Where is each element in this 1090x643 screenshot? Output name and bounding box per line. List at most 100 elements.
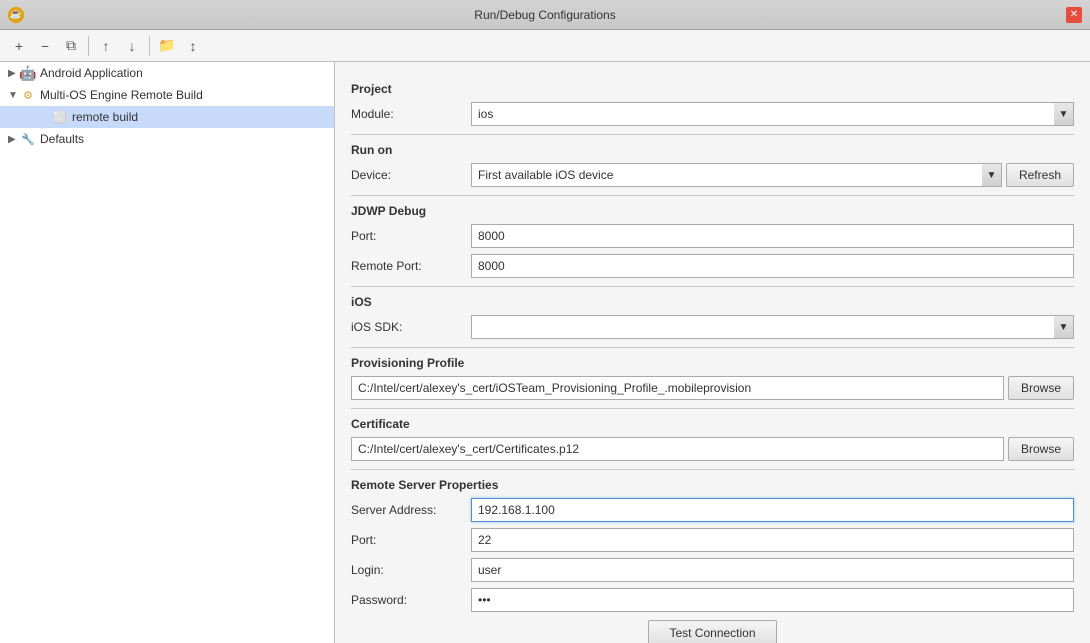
title-bar: ☕ Run/Debug Configurations ✕ (0, 0, 1090, 30)
sort-button[interactable]: ↕ (182, 35, 204, 57)
password-label: Password: (351, 593, 471, 607)
provisioning-section-header: Provisioning Profile (351, 356, 1074, 370)
ios-sdk-dropdown-button[interactable]: ▼ (1054, 315, 1074, 339)
sidebar-item-remote-build[interactable]: ⬜ remote build (0, 106, 334, 128)
divider-6 (351, 469, 1074, 470)
module-select[interactable] (471, 102, 1054, 126)
login-label: Login: (351, 563, 471, 577)
arrow-up-icon: ↑ (103, 38, 110, 54)
certificate-input[interactable] (351, 437, 1004, 461)
copy-configuration-button[interactable]: ⧉ (60, 35, 82, 57)
server-port-label: Port: (351, 533, 471, 547)
sidebar-item-defaults[interactable]: ▶ 🔧 Defaults (0, 128, 334, 150)
add-configuration-button[interactable]: + (8, 35, 30, 57)
ios-sdk-control: ▼ (471, 315, 1074, 339)
toggle-defaults-icon: ▶ (8, 134, 20, 145)
toolbar: + − ⧉ ↑ ↓ 📁 ↕ (0, 30, 1090, 62)
login-row: Login: (351, 558, 1074, 582)
provisioning-input-group: Browse (351, 376, 1074, 400)
run-on-section-header: Run on (351, 143, 1074, 157)
password-input[interactable] (471, 588, 1074, 612)
certificate-browse-button[interactable]: Browse (1008, 437, 1074, 461)
module-label: Module: (351, 107, 471, 121)
server-port-row: Port: (351, 528, 1074, 552)
ios-sdk-select-wrapper: ▼ (471, 315, 1074, 339)
sidebar-label-defaults: Defaults (40, 132, 84, 146)
device-select-wrapper: ▼ (471, 163, 1002, 187)
device-row: Device: ▼ Refresh (351, 163, 1074, 187)
module-control: ▼ (471, 102, 1074, 126)
divider-4 (351, 347, 1074, 348)
sidebar: ▶ 🤖 Android Application ▼ ⚙ Multi-OS Eng… (0, 62, 335, 643)
content-panel: Project Module: ▼ Run on Device: ▼ Refre… (335, 62, 1090, 643)
jdwp-section-header: JDWP Debug (351, 204, 1074, 218)
copy-icon: ⧉ (66, 37, 76, 54)
refresh-button[interactable]: Refresh (1006, 163, 1074, 187)
test-connection-container: Test Connection (351, 620, 1074, 643)
toolbar-separator-1 (88, 36, 89, 56)
sidebar-label-android-application: Android Application (40, 66, 143, 80)
port-label: Port: (351, 229, 471, 243)
login-input[interactable] (471, 558, 1074, 582)
remote-build-icon: ⬜ (52, 109, 68, 125)
sidebar-label-multi-os-engine: Multi-OS Engine Remote Build (40, 88, 203, 102)
sidebar-item-multi-os-engine[interactable]: ▼ ⚙ Multi-OS Engine Remote Build (0, 84, 334, 106)
toggle-remote-icon (40, 112, 52, 123)
ios-sdk-label: iOS SDK: (351, 320, 471, 334)
module-select-wrapper: ▼ (471, 102, 1074, 126)
sidebar-item-android-application[interactable]: ▶ 🤖 Android Application (0, 62, 334, 84)
sort-icon: ↕ (190, 38, 197, 54)
android-icon: 🤖 (20, 65, 36, 81)
module-dropdown-button[interactable]: ▼ (1054, 102, 1074, 126)
plus-icon: + (15, 38, 23, 54)
ios-sdk-row: iOS SDK: ▼ (351, 315, 1074, 339)
toggle-engine-icon: ▼ (8, 90, 20, 101)
server-address-control (471, 498, 1074, 522)
folder-button[interactable]: 📁 (156, 35, 178, 57)
arrow-down-icon: ↓ (129, 38, 136, 54)
defaults-icon: 🔧 (20, 131, 36, 147)
server-address-label: Server Address: (351, 503, 471, 517)
toolbar-separator-2 (149, 36, 150, 56)
password-row: Password: (351, 588, 1074, 612)
minus-icon: − (41, 38, 49, 54)
ios-section-header: iOS (351, 295, 1074, 309)
device-select[interactable] (471, 163, 982, 187)
provisioning-input[interactable] (351, 376, 1004, 400)
move-up-button[interactable]: ↑ (95, 35, 117, 57)
certificate-row: Browse (351, 437, 1074, 461)
folder-icon: 📁 (158, 37, 175, 54)
divider-5 (351, 408, 1074, 409)
remote-port-control (471, 254, 1074, 278)
certificate-section-header: Certificate (351, 417, 1074, 431)
server-port-control (471, 528, 1074, 552)
password-control (471, 588, 1074, 612)
server-port-input[interactable] (471, 528, 1074, 552)
port-input[interactable] (471, 224, 1074, 248)
close-button[interactable]: ✕ (1066, 7, 1082, 23)
port-row: Port: (351, 224, 1074, 248)
engine-icon: ⚙ (20, 87, 36, 103)
remove-configuration-button[interactable]: − (34, 35, 56, 57)
remote-port-input[interactable] (471, 254, 1074, 278)
move-down-button[interactable]: ↓ (121, 35, 143, 57)
server-address-row: Server Address: (351, 498, 1074, 522)
test-connection-button[interactable]: Test Connection (648, 620, 776, 643)
server-address-input[interactable] (471, 498, 1074, 522)
login-control (471, 558, 1074, 582)
ios-sdk-select[interactable] (471, 315, 1054, 339)
divider-3 (351, 286, 1074, 287)
toggle-android-icon: ▶ (8, 68, 20, 79)
project-section-header: Project (351, 82, 1074, 96)
device-dropdown-button[interactable]: ▼ (982, 163, 1002, 187)
sidebar-label-remote-build: remote build (72, 110, 138, 124)
provisioning-browse-button[interactable]: Browse (1008, 376, 1074, 400)
window-title: Run/Debug Configurations (24, 8, 1066, 22)
module-row: Module: ▼ (351, 102, 1074, 126)
provisioning-row: Browse (351, 376, 1074, 400)
remote-port-label: Remote Port: (351, 259, 471, 273)
divider-2 (351, 195, 1074, 196)
window-controls: ✕ (1066, 7, 1082, 23)
app-icon: ☕ (8, 7, 24, 23)
remote-server-section-header: Remote Server Properties (351, 478, 1074, 492)
